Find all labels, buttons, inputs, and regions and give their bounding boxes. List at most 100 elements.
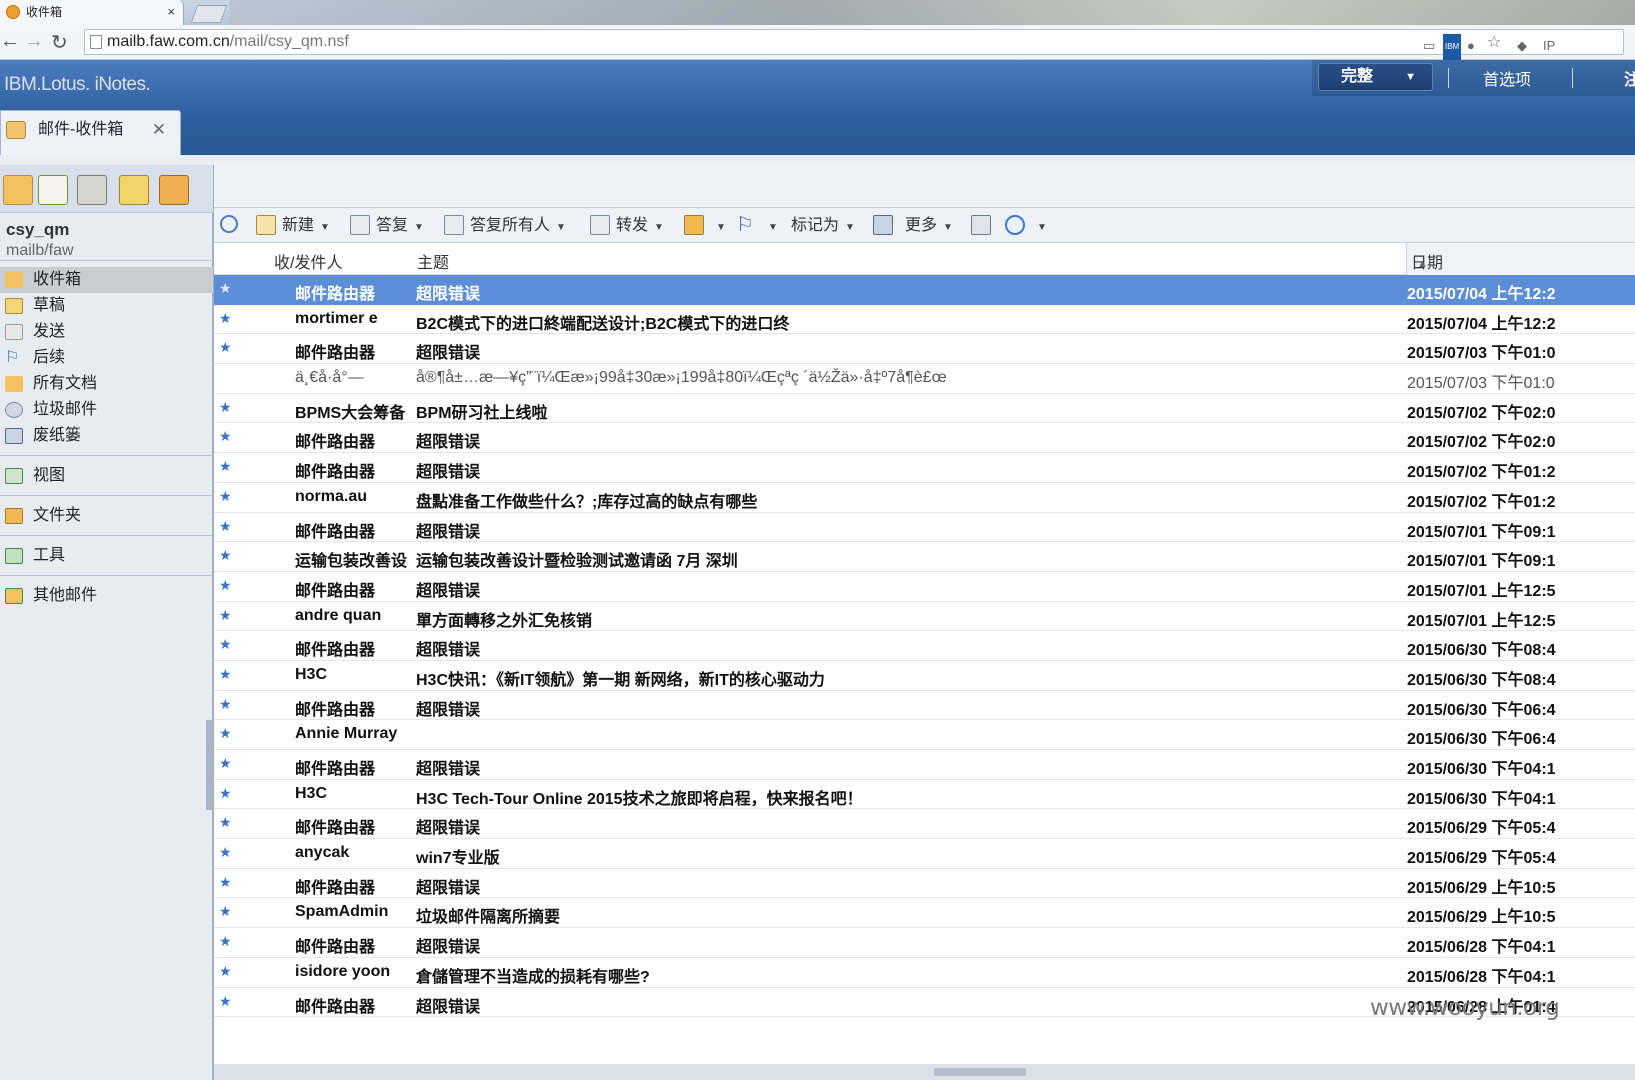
column-from[interactable]: 收/发件人 xyxy=(274,249,342,273)
star-icon[interactable]: ★ xyxy=(219,429,233,443)
chevron-down-icon[interactable]: ▼ xyxy=(320,222,330,233)
sidebar-item-drafts[interactable]: 草稿 xyxy=(0,293,213,319)
delete-button[interactable] xyxy=(873,215,899,237)
star-icon[interactable]: ★ xyxy=(219,964,233,978)
reply-all-button[interactable]: 答复所有人 ▼ xyxy=(444,215,566,237)
star-icon[interactable]: ★ xyxy=(219,340,233,354)
table-row[interactable]: ★ 邮件路由器 超限错误 2015/06/29 上午10:5 xyxy=(214,869,1635,899)
sidebar-item-sent[interactable]: 发送 xyxy=(0,319,213,345)
scrollbar-thumb[interactable] xyxy=(934,1068,1026,1076)
forward-button[interactable]: 转发 ▼ xyxy=(590,215,664,237)
table-row[interactable]: ★ 邮件路由器 超限错误 2015/07/01 下午09:1 xyxy=(214,513,1635,543)
sidebar-item-followup[interactable]: ⚐ 后续 xyxy=(0,345,213,371)
star-icon[interactable]: ★ xyxy=(219,459,233,473)
star-icon[interactable]: ★ xyxy=(219,786,233,800)
star-icon[interactable]: ★ xyxy=(219,667,233,681)
horizontal-scrollbar[interactable] xyxy=(214,1064,1635,1080)
star-icon[interactable]: ★ xyxy=(219,904,233,918)
table-row[interactable]: ★ 邮件路由器 超限错误 2015/06/29 下午05:4 xyxy=(214,809,1635,840)
follow-up-button[interactable]: ⚐ ▼ xyxy=(736,215,778,237)
table-row[interactable]: ★ BPMS大会筹备 BPM研习社上线啦 2015/07/02 下午02:0 xyxy=(214,394,1635,424)
chevron-down-icon[interactable]: ▼ xyxy=(716,222,726,233)
forward-icon[interactable]: → xyxy=(24,30,44,53)
chevron-down-icon[interactable]: ▼ xyxy=(414,222,424,233)
table-row[interactable]: ★ 邮件路由器 超限错误 2015/06/30 下午08:4 xyxy=(214,631,1635,661)
sidebar-item-views[interactable]: 视图 xyxy=(0,463,213,489)
move-to-folder-button[interactable]: ▼ xyxy=(684,215,726,237)
notebook-app-icon[interactable] xyxy=(159,175,189,205)
sidebar-item-trash[interactable]: 废纸篓 xyxy=(0,423,213,449)
star-icon[interactable]: ★ xyxy=(219,934,233,948)
table-row[interactable]: ★ 邮件路由器 超限错误 2015/06/28 下午04:1 xyxy=(214,928,1635,958)
view-mode-dropdown[interactable]: 完整 ▼ xyxy=(1318,63,1433,91)
sidebar-item-inbox[interactable]: 收件箱 xyxy=(0,267,213,293)
table-row[interactable]: ★ 邮件路由器 超限错误 2015/07/01 上午12:5 xyxy=(214,572,1635,602)
table-row[interactable]: ★ anycak win7专业版 2015/06/29 下午05:4 xyxy=(214,839,1635,869)
table-row[interactable]: ★ andre quan 單方面轉移之外汇免核销 2015/07/01 上午12:5 xyxy=(214,602,1635,632)
star-icon[interactable]: ★ xyxy=(219,489,233,503)
address-bar[interactable]: mailb.faw.com.cn/mail/csy_qm.nsf ▭ IBM ●… xyxy=(84,29,1624,60)
tab-close-icon[interactable]: × xyxy=(167,0,175,24)
table-row[interactable]: ★ 邮件路由器 超限错误 2015/07/02 下午01:2 xyxy=(214,453,1635,483)
table-row[interactable]: ★ isidore yoon 倉儲管理不当造成的损耗有哪些? 2015/06/28 下… xyxy=(214,958,1635,988)
star-icon[interactable]: ★ xyxy=(219,815,233,829)
column-subject[interactable]: 主题 xyxy=(417,249,449,273)
sidebar-item-junk[interactable]: 垃圾邮件 xyxy=(0,397,213,423)
star-icon[interactable]: ★ xyxy=(219,578,233,592)
todo-app-icon[interactable] xyxy=(119,175,149,205)
table-row[interactable]: ★ Annie Murray 2015/06/30 下午06:4 xyxy=(214,720,1635,750)
star-icon[interactable]: ★ xyxy=(219,281,233,295)
star-icon[interactable]: ★ xyxy=(219,548,233,562)
chevron-down-icon[interactable]: ▼ xyxy=(943,222,953,233)
chevron-down-icon[interactable]: ▼ xyxy=(768,222,778,233)
back-icon[interactable]: ← xyxy=(0,30,20,53)
star-icon[interactable]: ★ xyxy=(219,756,233,770)
table-row[interactable]: ä¸€å·å°— å®¶å±…æ—¥ç”¨ï¼Œæ»¡99å‡30æ»¡199å‡… xyxy=(214,364,1635,394)
new-tab-button[interactable] xyxy=(190,5,228,23)
star-icon[interactable]: ★ xyxy=(219,994,233,1008)
star-icon[interactable]: ★ xyxy=(219,400,233,414)
browser-tab-active[interactable]: 收件箱 × xyxy=(0,0,184,25)
chevron-down-icon[interactable]: ▼ xyxy=(1037,222,1047,233)
print-button[interactable] xyxy=(971,215,997,237)
sidebar-splitter[interactable] xyxy=(206,720,213,810)
close-icon[interactable]: ✕ xyxy=(152,111,166,149)
reply-button[interactable]: 答复 ▼ xyxy=(350,215,424,237)
puzzle-icon[interactable]: ◆ xyxy=(1517,34,1527,58)
star-icon[interactable]: ★ xyxy=(219,845,233,859)
table-row[interactable]: ★ H3C H3C Tech-Tour Online 2015技术之旅即将启程，快来… xyxy=(214,780,1635,810)
refresh-button[interactable] xyxy=(220,215,244,237)
table-row[interactable]: ★ 邮件路由器 超限错误 2015/07/04 上午12:2 xyxy=(214,275,1635,305)
reload-icon[interactable]: ↻ xyxy=(51,30,68,55)
ip-icon[interactable]: IP xyxy=(1543,34,1555,58)
tab-mail-inbox[interactable]: 邮件-收件箱 ✕ xyxy=(0,110,181,155)
table-row[interactable]: ★ H3C H3C快讯：《新IT领航》第一期 新网络，新IT的核心驱动力 2015/0… xyxy=(214,661,1635,691)
lightbulb-icon[interactable]: ● xyxy=(1467,34,1475,58)
bookmark-star-icon[interactable]: ☆ xyxy=(1487,31,1501,55)
contacts-app-icon[interactable] xyxy=(77,175,107,205)
star-icon[interactable] xyxy=(219,370,233,384)
chevron-down-icon[interactable]: ▼ xyxy=(654,222,664,233)
table-row[interactable]: ★ 运输包装改善设 运输包装改善设计暨检验测试邀请函 7月 深圳 2015/07/01… xyxy=(214,542,1635,572)
star-icon[interactable]: ★ xyxy=(219,637,233,651)
table-row[interactable]: ★ mortimer e B2C模式下的进口終端配送设计;B2C模式下的进口终 201… xyxy=(214,305,1635,335)
star-icon[interactable]: ★ xyxy=(219,697,233,711)
star-icon[interactable]: ★ xyxy=(219,726,233,740)
column-date[interactable]: 日期 ▲ xyxy=(1406,243,1635,275)
star-icon[interactable]: ★ xyxy=(219,608,233,622)
table-row[interactable]: ★ 邮件路由器 超限错误 2015/07/02 下午02:0 xyxy=(214,423,1635,454)
new-button[interactable]: 新建 ▼ xyxy=(256,215,330,237)
more-button[interactable]: 更多 ▼ xyxy=(905,215,953,237)
sidebar-item-all-documents[interactable]: 所有文档 xyxy=(0,371,213,397)
calendar-app-icon[interactable] xyxy=(38,175,68,205)
table-row[interactable]: ★ 邮件路由器 超限错误 2015/06/30 下午04:1 xyxy=(214,750,1635,780)
preferences-link[interactable]: 首选项 xyxy=(1483,66,1531,90)
star-icon[interactable]: ★ xyxy=(219,519,233,533)
chevron-down-icon[interactable]: ▼ xyxy=(556,222,566,233)
table-row[interactable]: ★ 邮件路由器 超限错误 2015/06/30 下午06:4 xyxy=(214,691,1635,721)
table-row[interactable]: ★ norma.au 盘點准备工作做些什么？;库存过高的缺点有哪些 2015/07/0… xyxy=(214,483,1635,513)
chevron-down-icon[interactable]: ▼ xyxy=(845,222,855,233)
logout-link[interactable]: 注 xyxy=(1624,66,1635,90)
chat-button[interactable]: ▼ xyxy=(1005,215,1047,237)
sidebar-item-folders[interactable]: 文件夹 xyxy=(0,503,213,529)
